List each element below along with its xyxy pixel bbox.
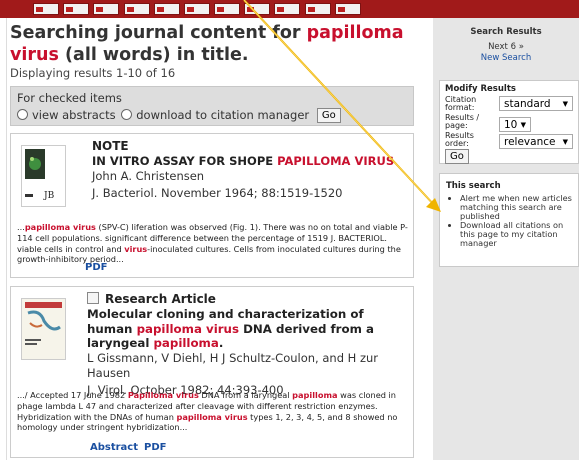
journal-tab[interactable] (244, 3, 270, 15)
results-order-value: relevance (504, 136, 556, 148)
journal-cover-image (22, 299, 65, 359)
results-order-select[interactable]: relevance ▼ (499, 134, 573, 149)
this-search-heading: This search (446, 181, 501, 191)
article-category: NOTE (92, 139, 129, 153)
article-excerpt: ...papilloma virus (SPV-C) liferation wa… (17, 222, 409, 265)
search-result-item: Research Article Molecular cloning and c… (10, 286, 414, 458)
excerpt-highlight: papilloma virus (24, 222, 96, 232)
this-search-panel: This search Alert me when new articles m… (439, 173, 579, 267)
journal-tab[interactable] (124, 3, 150, 15)
checked-items-label: For checked items (17, 91, 122, 105)
pdf-link[interactable]: PDF (85, 262, 107, 273)
journal-logo-text: JB (43, 191, 55, 201)
title-highlight: papilloma virus (136, 321, 239, 336)
journal-cover-thumbnail[interactable]: JB (21, 145, 66, 207)
excerpt-highlight: virus (124, 243, 148, 254)
view-abstracts-radio[interactable] (17, 109, 28, 120)
next-results-link[interactable]: Next 6 » (433, 42, 579, 52)
search-results-heading: Search Results (470, 27, 542, 37)
journal-tab[interactable] (33, 3, 59, 15)
excerpt-highlight: papilloma (292, 390, 338, 400)
modify-results-panel: Modify Results Citation format: standard… (439, 80, 579, 164)
results-count: Displaying results 1-10 of 16 (10, 66, 176, 80)
journal-cover-image: JB (22, 146, 65, 206)
modify-results-heading: Modify Results (445, 84, 516, 94)
article-category-row: Research Article (87, 292, 407, 306)
journal-cover-thumbnail[interactable] (21, 298, 66, 360)
journal-tab[interactable] (274, 3, 300, 15)
title-highlight: papilloma (153, 336, 219, 350)
download-citations-link[interactable]: Download all citations on this page to m… (460, 221, 572, 248)
journal-tab[interactable] (184, 3, 210, 15)
divider (6, 18, 7, 460)
select-article-checkbox[interactable] (87, 292, 99, 304)
checked-items-box: For checked items view abstracts downloa… (10, 86, 414, 126)
journal-tab[interactable] (63, 3, 89, 15)
title-suffix: (all words) in title. (58, 45, 249, 65)
abstract-link[interactable]: Abstract (90, 442, 138, 453)
pdf-link[interactable]: PDF (144, 442, 166, 453)
modify-results-go-button[interactable]: Go (445, 149, 469, 164)
results-per-page-select[interactable]: 10 ▼ (499, 117, 531, 132)
alert-me-link[interactable]: Alert me when new articles matching this… (460, 194, 572, 221)
results-order-label: Results order: (445, 131, 474, 148)
journal-tab[interactable] (214, 3, 240, 15)
excerpt-text: ... (17, 222, 25, 232)
top-nav-bar (0, 0, 579, 18)
article-authors: L Gissmann, V Diehl, H J Schultz-Coulon,… (87, 350, 379, 380)
chevron-down-icon: ▼ (562, 100, 568, 108)
article-excerpt: .../ Accepted 17 June 1982 Papilloma vir… (17, 390, 409, 433)
view-abstracts-label: view abstracts (32, 108, 116, 122)
excerpt-highlight: Papilloma virus (127, 390, 199, 400)
checked-items-go-button[interactable]: Go (316, 108, 341, 123)
citation-format-label: Citation format: (445, 95, 477, 112)
page-title: Searching journal content for papilloma … (10, 22, 415, 66)
citation-format-select[interactable]: standard ▼ (499, 96, 573, 111)
title-highlight: PAPILLOMA VIRUS (277, 154, 395, 168)
chevron-down-icon: ▼ (562, 138, 568, 146)
title-text: IN VITRO ASSAY FOR SHOPE (92, 154, 278, 168)
excerpt-highlight: papilloma virus (176, 411, 248, 422)
article-title[interactable]: IN VITRO ASSAY FOR SHOPE PAPILLOMA VIRUS (92, 154, 407, 169)
download-citation-radio[interactable] (121, 109, 133, 120)
article-links: PDF (85, 262, 113, 273)
article-authors: John A. Christensen (92, 168, 205, 183)
chevron-down-icon: ▼ (520, 121, 526, 129)
journal-tab[interactable] (335, 3, 361, 15)
citation-format-value: standard (504, 98, 551, 110)
article-category: Research Article (105, 292, 216, 306)
checked-items-options: view abstracts download to citation mana… (17, 108, 341, 123)
journal-tab[interactable] (305, 3, 331, 15)
article-citation: J. Bacteriol. November 1964; 88:1519-152… (92, 185, 343, 200)
title-text: . (218, 336, 224, 350)
new-search-link[interactable]: New Search (433, 53, 579, 63)
download-citation-label: download to citation manager (136, 108, 310, 122)
journal-tab[interactable] (154, 3, 180, 15)
results-per-page-value: 10 (504, 119, 518, 131)
article-links: Abstract PDF (90, 442, 173, 453)
results-per-page-label: Results / page: (445, 113, 480, 130)
search-result-item: JB NOTE IN VITRO ASSAY FOR SHOPE PAPILLO… (10, 133, 414, 278)
excerpt-text: .../ Accepted 17 June 1982 (17, 390, 128, 400)
this-search-list: Alert me when new articles matching this… (440, 194, 572, 249)
result-content: NOTE IN VITRO ASSAY FOR SHOPE PAPILLOMA … (92, 139, 407, 200)
result-content: Research Article Molecular cloning and c… (87, 292, 407, 397)
title-prefix: Searching journal content for (10, 23, 307, 43)
excerpt-text: DNA from a laryngeal (198, 390, 293, 400)
article-title[interactable]: Molecular cloning and characterization o… (87, 307, 407, 351)
journal-tab[interactable] (93, 3, 119, 15)
